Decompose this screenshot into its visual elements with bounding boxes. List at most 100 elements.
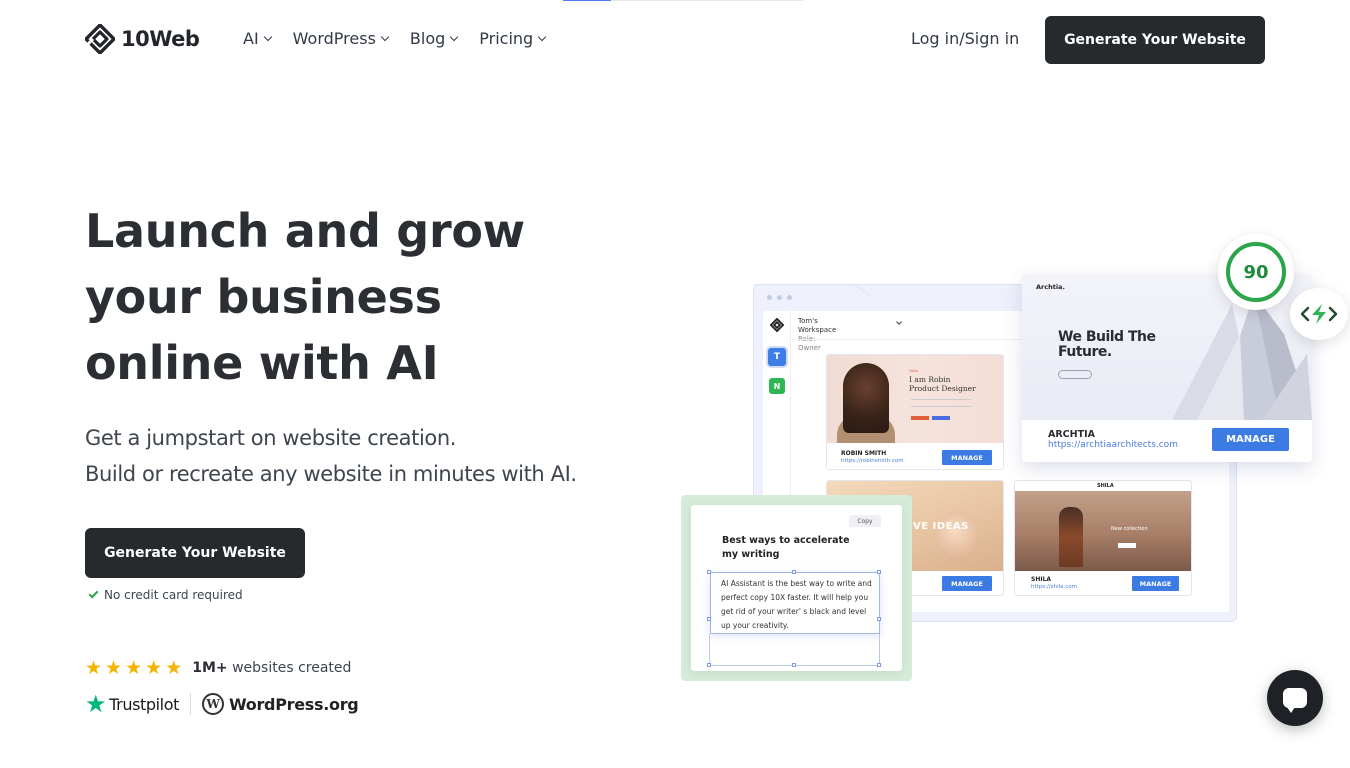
shila-collection-text: New collection [1111,526,1148,532]
hero-subtitle-line: Get a jumpstart on website creation. [85,426,457,450]
archtia-headline-line: Future. [1058,344,1112,360]
wordpress-badge[interactable]: W WordPress.org [202,693,359,715]
hero-subtitle: Get a jumpstart on website creation. Bui… [85,420,577,492]
chat-bubble-icon [1283,688,1307,713]
robin-headline: I am Robin Product Designer [909,375,976,393]
site-url[interactable]: https://archtiaarchitects.com [1048,440,1178,450]
site-card-shila: SHILA New collection SHILA https://shila… [1014,480,1192,596]
site-url[interactable]: https://shila.com [1031,584,1077,590]
workspace-selector[interactable]: Tom's Workspace Role: Owner [798,317,836,353]
chevron-down-icon [263,32,272,41]
robin-hello-text: Hello [909,369,918,373]
workspace-logo-icon [770,318,784,332]
websites-created-text: 1M+ websites created [192,660,351,676]
hero-title-line: Launch and grow [85,204,525,258]
websites-created-label: websites created [227,660,352,676]
shila-brand-text: SHILA [1097,483,1114,489]
lightning-bolt-icon [1300,304,1338,324]
star-icon: ★ [105,657,123,679]
site-card-robin: Hello I am Robin Product Designer ROBIN … [826,354,1004,470]
hero-generate-website-button[interactable]: Generate Your Website [85,528,305,578]
ideas-overlay-text: VE IDEAS [913,521,969,532]
robin-headline-line: I am Robin [909,375,951,384]
chat-widget-button[interactable] [1267,670,1323,726]
archtia-headline: We Build The Future. [1058,329,1156,360]
websites-created-count: 1M+ [192,660,228,676]
window-dots [767,295,792,300]
archtia-logo: Archtia. [1036,283,1065,291]
nav-item-wordpress[interactable]: WordPress [292,29,390,48]
selection-handle[interactable] [707,663,711,667]
selection-handle[interactable] [792,570,796,574]
no-credit-card-note: No credit card required [88,588,243,602]
selection-handle[interactable] [707,617,711,621]
preview-button [1118,543,1136,548]
copy-button[interactable]: Copy [849,515,881,527]
portrait-shape [1059,507,1083,567]
manage-button[interactable]: MANAGE [942,576,992,591]
badge-divider [190,693,191,715]
selection-handle[interactable] [707,570,711,574]
nav-item-pricing[interactable]: Pricing [479,29,547,48]
pagespeed-score: 90 [1226,242,1286,302]
chevron-down-icon [537,32,547,41]
site-header: 10Web AI WordPress Blog Pricing Log in/S… [0,0,1350,80]
speed-badge [1290,288,1348,340]
manage-button[interactable]: MANAGE [942,450,992,465]
header-generate-website-button[interactable]: Generate Your Website [1045,16,1265,64]
site-name: ROBIN SMITH [841,450,887,457]
ai-card-title: Best ways to accelerate my writing [722,535,850,560]
selection-handle[interactable] [877,570,881,574]
rating-row: ★ ★ ★ ★ ★ 1M+ websites created [85,658,351,678]
nav-item-ai[interactable]: AI [243,29,272,48]
hero-title: Launch and grow your business online wit… [85,198,645,396]
wordpress-logo-icon: W [202,693,224,715]
wordpress-label: WordPress.org [229,694,359,714]
workspace-name: Tom's Workspace [798,317,837,334]
trustpilot-label: Trustpilot [109,694,179,714]
pagespeed-score-badge: 90 [1218,234,1294,310]
star-icon: ★ [165,657,183,679]
main-nav: AI WordPress Blog Pricing [243,29,547,48]
check-icon [88,588,99,599]
workspace-avatar-t[interactable]: T [768,348,786,366]
robin-headline-line: Product Designer [909,384,976,393]
workspace-role: Role: Owner [798,335,821,352]
site-preview-shila: SHILA New collection [1015,481,1191,571]
hero-title-line: online with AI [85,336,439,390]
nav-item-blog[interactable]: Blog [409,29,459,48]
portrait-shape [843,363,889,433]
star-icon: ★ [85,657,103,679]
logo-text: 10Web [121,27,200,51]
ai-card-body: AI Assistant is the best way to write an… [721,579,872,630]
nav-item-label: Pricing [479,29,534,48]
star-icon: ★ [125,657,143,679]
selection-handle[interactable] [877,617,881,621]
preview-button [1058,370,1092,379]
hero-subtitle-line: Build or recreate any website in minutes… [85,462,577,486]
chevron-down-icon [450,32,459,41]
trustpilot-star-icon: ★ [85,690,107,718]
manage-button[interactable]: MANAGE [1212,428,1289,451]
site-name: SHILA [1031,576,1052,583]
manage-button[interactable]: MANAGE [1132,576,1179,591]
no-credit-card-text: No credit card required [104,588,243,602]
rating-stars: ★ ★ ★ ★ ★ [85,658,182,678]
nav-item-label: WordPress [292,29,376,48]
workspace-avatar-n[interactable]: N [769,378,785,394]
chevron-down-icon [380,32,390,41]
10web-logo-icon [85,24,115,54]
selection-handle[interactable] [877,663,881,667]
archtia-headline-line: We Build The [1058,329,1156,345]
nav-item-label: Blog [409,29,446,48]
selection-outline [709,634,880,666]
nav-item-label: AI [243,29,259,48]
login-link[interactable]: Log in/Sign in [911,29,1019,48]
selection-handle[interactable] [792,663,796,667]
logo[interactable]: 10Web [85,24,200,54]
portrait-shape [937,511,977,561]
trustpilot-badge[interactable]: ★ Trustpilot [85,692,179,716]
site-url[interactable]: https://robinsmith.com [841,458,904,464]
hero-title-line: your business [85,270,442,324]
trust-badges: ★ Trustpilot W WordPress.org [85,692,359,716]
